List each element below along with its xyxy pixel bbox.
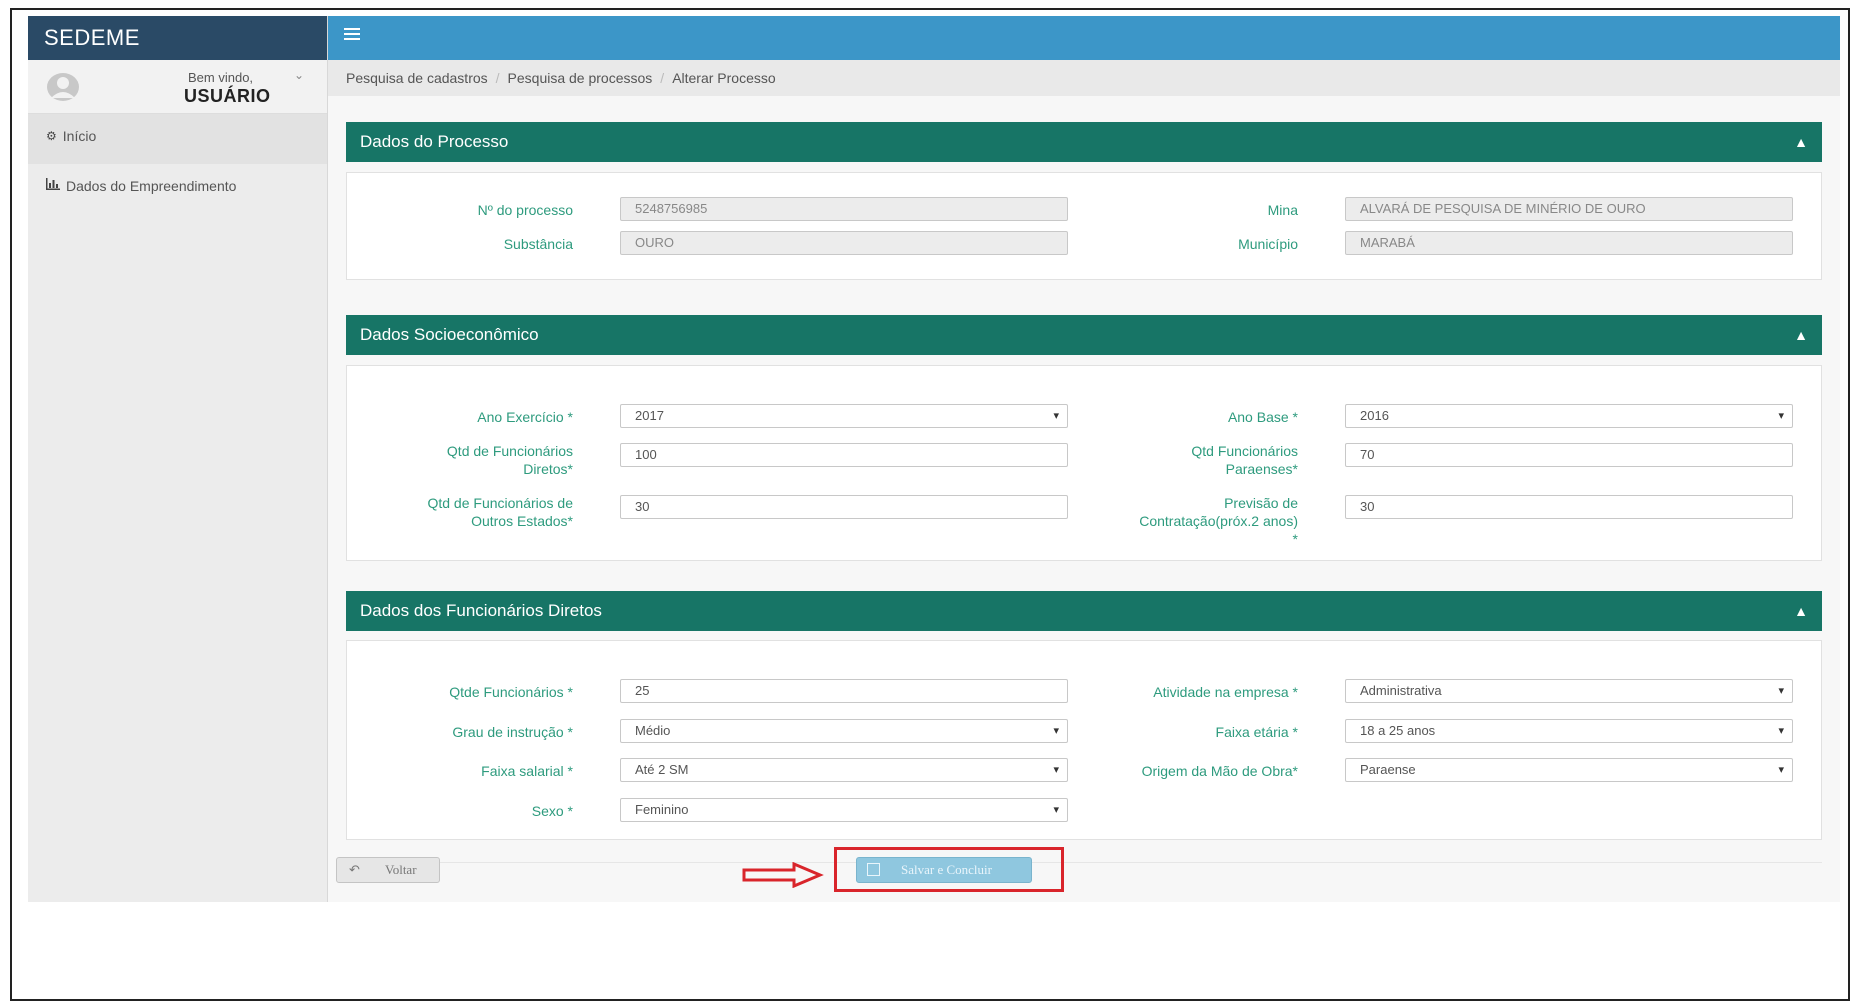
label-ano-exercicio: Ano Exercício * xyxy=(477,409,573,425)
num-processo-field[interactable]: 5248756985 xyxy=(620,197,1068,221)
mina-field[interactable]: ALVARÁ DE PESQUISA DE MINÉRIO DE OURO xyxy=(1345,197,1793,221)
qtd-paraenses-input[interactable]: 70 xyxy=(1345,443,1793,467)
panel-header-socioeconomico[interactable]: Dados Socioeconômico ▲ xyxy=(346,315,1822,355)
label-sexo: Sexo * xyxy=(531,803,573,819)
user-name: USUÁRIO xyxy=(184,86,271,106)
previsao-contratacao-input[interactable]: 30 xyxy=(1345,495,1793,519)
faixa-etaria-select[interactable]: 18 a 25 anos xyxy=(1345,719,1793,743)
collapse-up-icon[interactable]: ▲ xyxy=(1794,315,1808,355)
qtde-funcionarios-input[interactable]: 25 xyxy=(620,679,1068,703)
app-window: SEDEME Bem vindo, USUÁRIO ⌄ ⚙ Início Dad… xyxy=(28,16,1840,902)
atividade-select[interactable]: Administrativa xyxy=(1345,679,1793,703)
collapse-up-icon[interactable]: ▲ xyxy=(1794,591,1808,631)
ano-exercicio-select[interactable]: 2017 xyxy=(620,404,1068,428)
origem-mao-obra-select[interactable]: Paraense xyxy=(1345,758,1793,782)
breadcrumb-item-cadastros[interactable]: Pesquisa de cadastros xyxy=(346,70,488,86)
label-qtd-outros-estados: Qtd de Funcionários de Outros Estados* xyxy=(427,495,573,529)
municipio-field[interactable]: MARABÁ xyxy=(1345,231,1793,255)
qtd-outros-estados-input[interactable]: 30 xyxy=(620,495,1068,519)
label-origem-mao-obra: Origem da Mão de Obra* xyxy=(1141,763,1298,779)
label-qtd-diretos: Qtd de Funcionários Diretos* xyxy=(446,443,573,477)
bar-chart-icon xyxy=(46,168,60,204)
sidebar: SEDEME Bem vindo, USUÁRIO ⌄ ⚙ Início Dad… xyxy=(28,16,328,902)
label-ano-base: Ano Base * xyxy=(1227,409,1298,425)
substancia-field[interactable]: OURO xyxy=(620,231,1068,255)
label-grau-instrucao: Grau de instrução * xyxy=(452,724,573,740)
label-mina: Mina xyxy=(1267,202,1298,218)
sidebar-item-label: Dados do Empreendimento xyxy=(66,178,237,194)
top-navbar xyxy=(328,16,1840,60)
ano-base-select[interactable]: 2016 xyxy=(1345,404,1793,428)
panel-header-processo[interactable]: Dados do Processo ▲ xyxy=(346,122,1822,162)
panel-title: Dados do Processo xyxy=(360,132,509,151)
panel-title: Dados Socioeconômico xyxy=(360,325,539,344)
sidebar-item-label: Início xyxy=(62,128,97,144)
user-panel[interactable]: Bem vindo, USUÁRIO ⌄ xyxy=(28,60,327,114)
panel-body-socioeconomico: Ano Exercício * 2017 Ano Base * 2016 Qtd… xyxy=(346,365,1822,561)
label-qtde-funcionarios: Qtde Funcionários * xyxy=(449,684,573,700)
panel-title: Dados dos Funcionários Diretos xyxy=(360,601,602,620)
label-previsao-contratacao: Previsão de Contratação(próx.2 anos) * xyxy=(1139,495,1298,547)
menu-toggle-icon[interactable] xyxy=(344,28,360,44)
save-icon xyxy=(867,863,880,876)
label-qtd-paraenses: Qtd Funcionários Paraenses* xyxy=(1191,443,1298,477)
sidebar-item-inicio[interactable]: ⚙ Início xyxy=(28,114,327,164)
panel-body-funcionarios: Qtde Funcionários * 25 Atividade na empr… xyxy=(346,640,1822,840)
qtd-diretos-input[interactable]: 100 xyxy=(620,443,1068,467)
label-faixa-etaria: Faixa etária * xyxy=(1215,724,1298,740)
sidebar-item-dados-empreendimento[interactable]: Dados do Empreendimento xyxy=(28,164,327,214)
label-faixa-salarial: Faixa salarial * xyxy=(481,763,573,779)
user-avatar-icon xyxy=(47,73,79,101)
label-substancia: Substância xyxy=(503,236,573,252)
panel-body-processo: Nº do processo 5248756985 Mina ALVARÁ DE… xyxy=(346,172,1822,280)
sexo-select[interactable]: Feminino xyxy=(620,798,1068,822)
back-button[interactable]: ↶ Voltar xyxy=(336,857,440,883)
label-municipio: Município xyxy=(1238,236,1298,252)
faixa-salarial-select[interactable]: Até 2 SM xyxy=(620,758,1068,782)
grau-instrucao-select[interactable]: Médio xyxy=(620,719,1068,743)
panel-header-funcionarios[interactable]: Dados dos Funcionários Diretos ▲ xyxy=(346,591,1822,631)
save-and-finish-button[interactable]: Salvar e Concluir xyxy=(856,857,1032,883)
collapse-up-icon[interactable]: ▲ xyxy=(1794,122,1808,162)
welcome-text: Bem vindo, xyxy=(188,70,254,85)
dashboard-icon: ⚙ xyxy=(46,129,57,143)
breadcrumb: Pesquisa de cadastros / Pesquisa de proces… xyxy=(328,60,1840,96)
breadcrumb-item-processos[interactable]: Pesquisa de processos xyxy=(508,70,653,86)
brand-logo[interactable]: SEDEME xyxy=(28,16,327,60)
undo-arrow-icon: ↶ xyxy=(349,862,360,877)
divider xyxy=(346,862,1822,863)
chevron-down-icon[interactable]: ⌄ xyxy=(294,68,304,82)
breadcrumb-item-current: Alterar Processo xyxy=(672,70,776,86)
label-num-processo: Nº do processo xyxy=(477,202,573,218)
callout-arrow-icon xyxy=(742,862,824,888)
label-atividade: Atividade na empresa * xyxy=(1153,684,1298,700)
